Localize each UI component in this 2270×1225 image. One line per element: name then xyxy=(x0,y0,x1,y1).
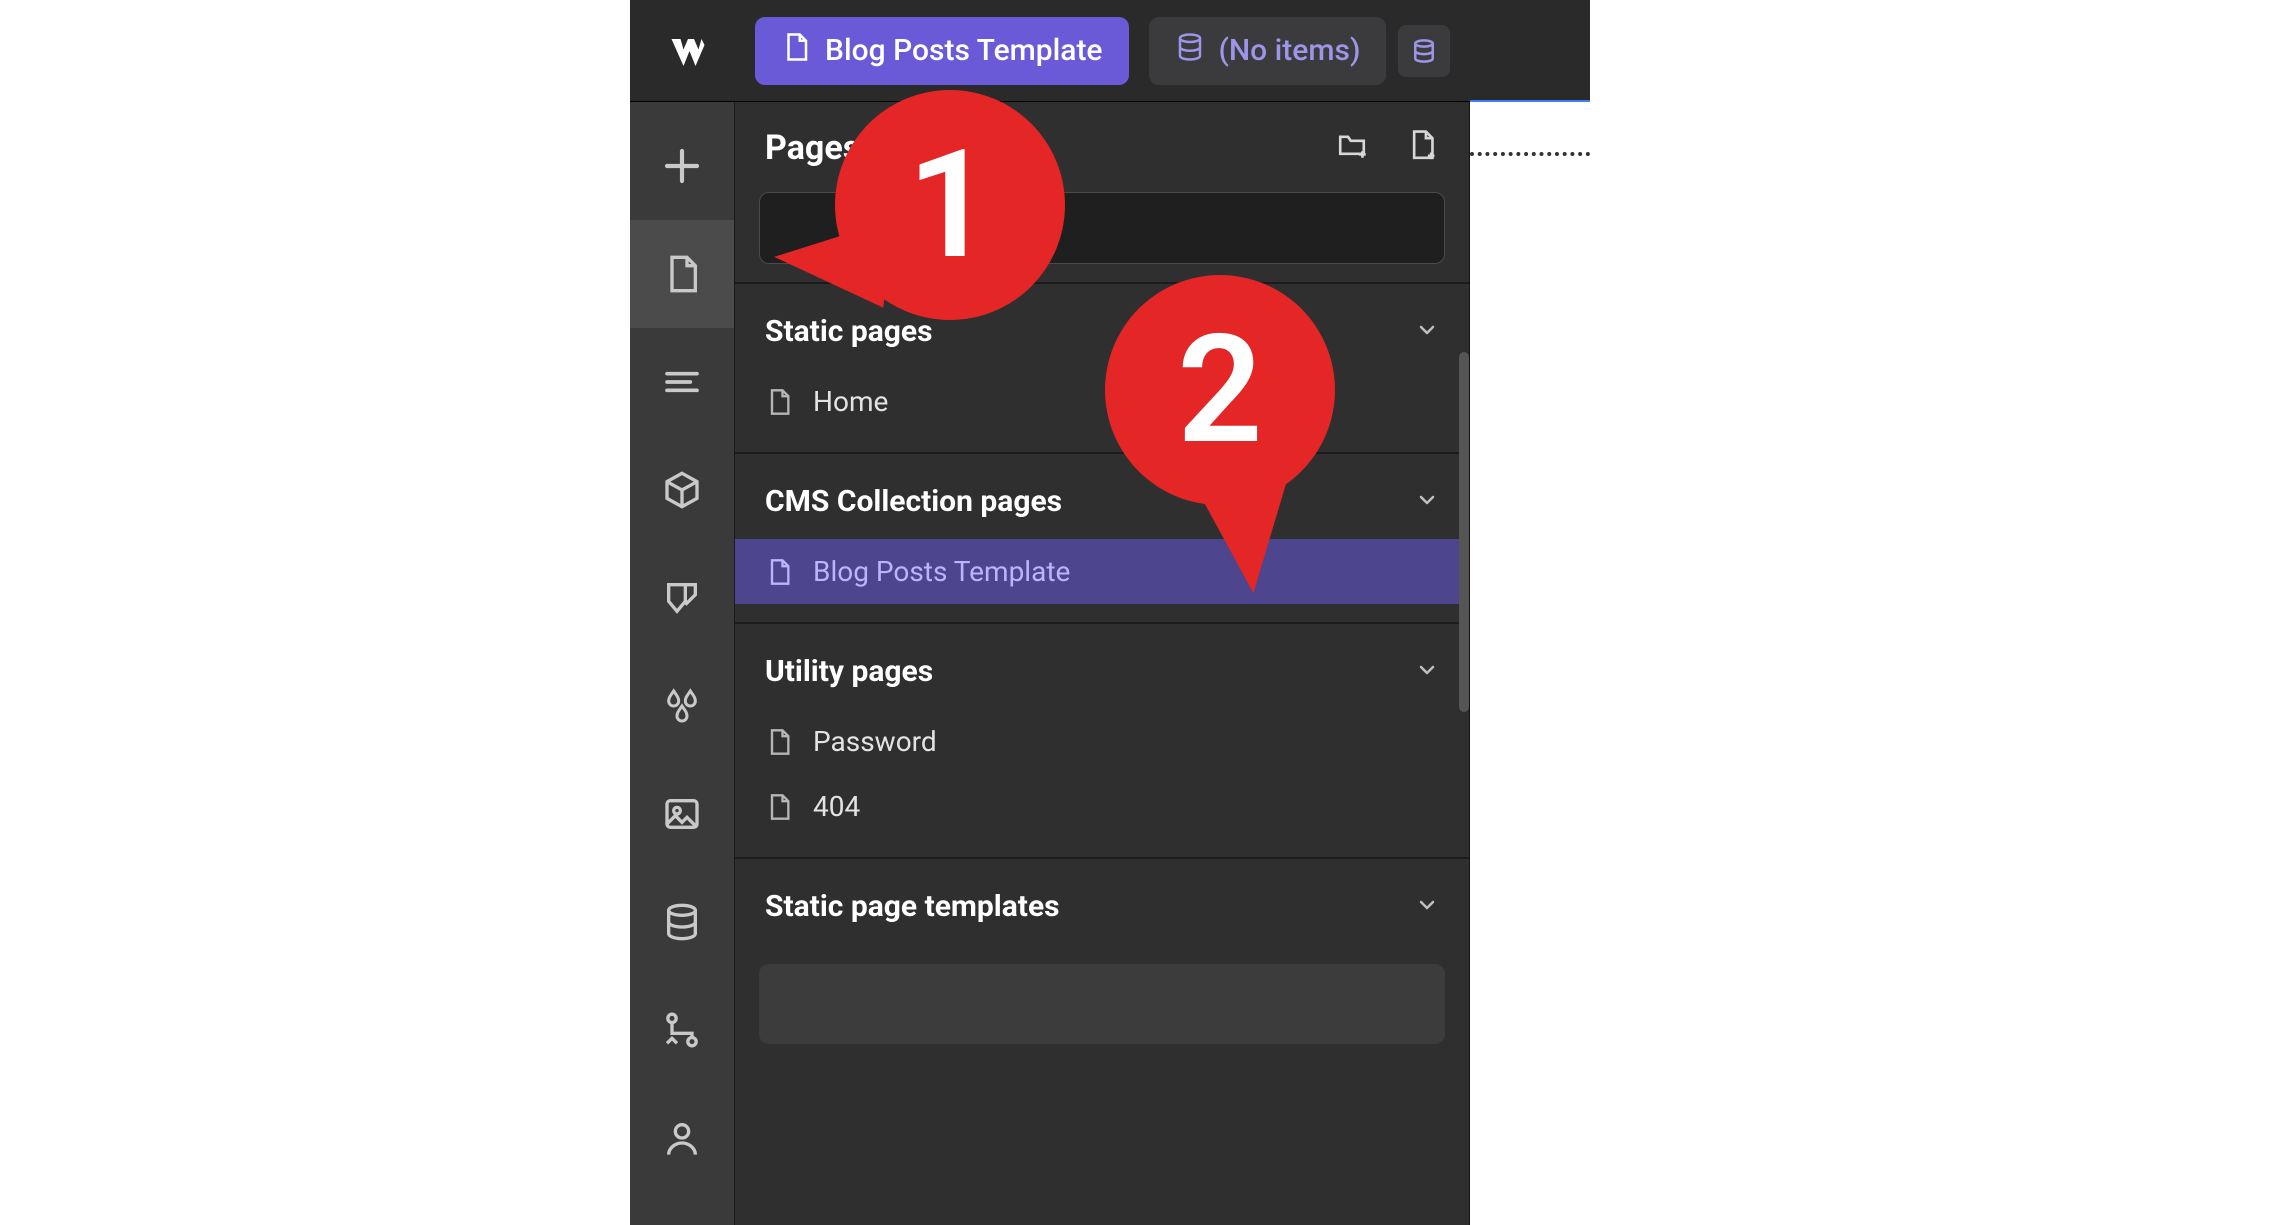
canvas-area[interactable] xyxy=(1470,102,1590,1225)
chevron-down-icon xyxy=(1415,658,1439,686)
rail-components-button[interactable] xyxy=(630,436,734,544)
page-icon xyxy=(765,728,793,756)
page-row-home[interactable]: Home xyxy=(735,369,1469,434)
page-row-blog-posts-template[interactable]: Blog Posts Template xyxy=(735,539,1469,604)
page-row-label: Home xyxy=(813,385,888,418)
section-cms-pages[interactable]: CMS Collection pages xyxy=(735,454,1469,539)
new-folder-button[interactable] xyxy=(1335,129,1369,167)
chevron-down-icon xyxy=(1415,318,1439,346)
rail-styles-button[interactable] xyxy=(630,544,734,652)
annotation-callout-2: 2 xyxy=(1105,275,1335,505)
section-static-templates[interactable]: Static page templates xyxy=(735,859,1469,944)
section-static-templates-label: Static page templates xyxy=(765,889,1060,924)
page-row-label: 404 xyxy=(813,790,860,823)
section-utility-pages[interactable]: Utility pages xyxy=(735,624,1469,709)
page-icon xyxy=(765,388,793,416)
page-icon xyxy=(765,793,793,821)
page-row-password[interactable]: Password xyxy=(735,709,1469,774)
section-utility-pages-label: Utility pages xyxy=(765,654,933,689)
page-row-404[interactable]: 404 xyxy=(735,774,1469,839)
rail-assets-button[interactable] xyxy=(630,760,734,868)
tab-collection-items[interactable]: (No items) xyxy=(1149,17,1387,85)
database-icon xyxy=(1175,32,1205,70)
tab-current-page[interactable]: Blog Posts Template xyxy=(755,17,1129,85)
page-row-label: Blog Posts Template xyxy=(813,555,1070,588)
page-row-label: Password xyxy=(813,725,937,758)
rail-users-button[interactable] xyxy=(630,1084,734,1192)
chevron-down-icon xyxy=(1415,893,1439,921)
canvas-selection-outline xyxy=(1470,152,1590,156)
annotation-number: 2 xyxy=(1177,302,1263,478)
tab-current-page-label: Blog Posts Template xyxy=(825,33,1103,68)
rail-logic-button[interactable] xyxy=(630,976,734,1084)
rail-add-button[interactable] xyxy=(630,112,734,220)
new-page-button[interactable] xyxy=(1405,129,1439,167)
page-icon xyxy=(765,558,793,586)
rail-variables-button[interactable] xyxy=(630,652,734,760)
section-static-pages-label: Static pages xyxy=(765,314,933,349)
tool-rail xyxy=(630,102,735,1225)
webflow-logo[interactable] xyxy=(640,1,735,101)
annotation-number: 1 xyxy=(907,117,993,293)
rail-pages-button[interactable] xyxy=(630,220,734,328)
page-icon xyxy=(781,32,811,70)
tab-collection-items-label: (No items) xyxy=(1219,33,1361,68)
rail-cms-button[interactable] xyxy=(630,868,734,976)
section-cms-pages-label: CMS Collection pages xyxy=(765,484,1062,519)
topbar: Blog Posts Template (No items) xyxy=(630,0,1590,102)
chevron-down-icon xyxy=(1415,488,1439,516)
rail-navigator-button[interactable] xyxy=(630,328,734,436)
template-card[interactable] xyxy=(759,964,1445,1044)
annotation-callout-1: 1 xyxy=(835,90,1065,320)
collection-settings-button[interactable] xyxy=(1398,25,1450,77)
